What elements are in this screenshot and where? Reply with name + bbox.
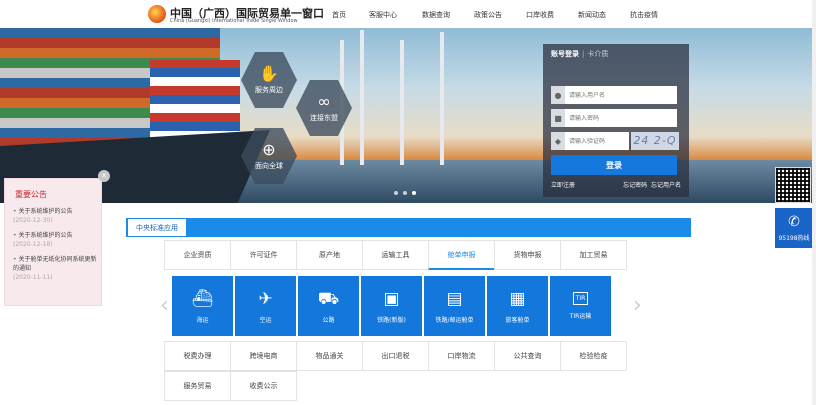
password-input[interactable] xyxy=(565,114,635,122)
manifest-tiles: ⛴ 海运 ✈ 空运 ⛟ 公路 ▣ 铁路(新版) ▤ 铁路/邮运舱单 ▦ 旅客舱单… xyxy=(172,276,611,336)
tab-processing-trade[interactable]: 加工贸易 xyxy=(560,240,627,270)
tab-service-trade[interactable]: 服务贸易 xyxy=(164,371,231,401)
tab-enterprise-qualification[interactable]: 企业资质 xyxy=(164,240,231,270)
tile-sea[interactable]: ⛴ 海运 xyxy=(172,276,233,336)
nav-service-center[interactable]: 客服中心 xyxy=(369,10,422,20)
passenger-manifest-icon: ▦ xyxy=(509,288,526,309)
username-field: ● xyxy=(551,86,677,104)
main-nav: 首页 客服中心 数据查询 政策公告 口岸收费 新闻动态 抗击疫情 xyxy=(332,10,658,20)
tile-passenger-manifest[interactable]: ▦ 旅客舱单 xyxy=(487,276,548,336)
rail-cargo-icon: ▤ xyxy=(446,288,463,309)
lock-icon: ■ xyxy=(551,109,565,127)
tile-air[interactable]: ✈ 空运 xyxy=(235,276,296,336)
nav-port-fees[interactable]: 口岸收费 xyxy=(526,10,578,20)
register-link[interactable]: 立即注册 xyxy=(551,180,575,189)
scrollbar[interactable] xyxy=(812,0,816,405)
notice-title: 重要公告 xyxy=(15,190,47,199)
hotline-number: 95198热线 xyxy=(778,234,810,242)
user-icon: ● xyxy=(551,86,565,104)
tab-cross-border-ecommerce[interactable]: 跨境电商 xyxy=(230,341,297,371)
tab-tax[interactable]: 税费办理 xyxy=(164,341,231,371)
notice-panel: 重要公告 • 关于系统维护的公告 (2020-12-30) • 关于系统维护的公… xyxy=(4,178,102,306)
tab-goods-clearance[interactable]: 物品通关 xyxy=(296,341,363,371)
tab-license[interactable]: 许可证件 xyxy=(230,240,297,270)
tab-goods-declaration[interactable]: 货物申报 xyxy=(494,240,561,270)
logo-icon[interactable] xyxy=(148,5,166,23)
captcha-input[interactable] xyxy=(565,137,625,145)
page: 中国（广西）国际贸易单一窗口 China (Guangxi) Internati… xyxy=(0,0,816,405)
phone-icon: ✆ xyxy=(788,213,800,230)
forgot-password-link[interactable]: 忘记密码 xyxy=(623,182,647,189)
truck-icon: ⛟ xyxy=(317,288,340,309)
nav-policy[interactable]: 政策公告 xyxy=(474,10,526,20)
captcha-image[interactable]: 24 2-Q xyxy=(631,132,679,150)
tile-rail-new[interactable]: ▣ 铁路(新版) xyxy=(361,276,422,336)
close-icon[interactable]: ✕ xyxy=(98,170,110,182)
tab-public-query[interactable]: 公共查询 xyxy=(494,341,561,371)
tab-fee-disclosure[interactable]: 收费公示 xyxy=(230,371,297,401)
tab-export-rebate[interactable]: 出口退税 xyxy=(362,341,429,371)
login-button[interactable]: 登录 xyxy=(551,155,677,175)
tab-origin[interactable]: 原产地 xyxy=(296,240,363,270)
chevron-right-icon[interactable]: › xyxy=(633,293,642,318)
tab-transport[interactable]: 运输工具 xyxy=(362,240,429,270)
category-tabs-row2: 税费办理 跨境电商 物品通关 出口退税 口岸物流 公共查询 检验检疫 xyxy=(164,341,627,371)
carousel-dot[interactable] xyxy=(403,191,407,195)
login-tabs: 账号登录 | 卡介质 xyxy=(551,50,609,58)
notice-item[interactable]: • 关于系统维护的公告 (2020-12-18) xyxy=(13,231,101,249)
site-subtitle: China (Guangxi) International Trade Sing… xyxy=(170,18,298,24)
container-stack xyxy=(150,60,240,140)
globe-icon: ⊕ xyxy=(262,139,276,159)
hotline-button[interactable]: ✆ 95198热线 xyxy=(775,208,813,248)
carousel-dot[interactable] xyxy=(394,191,398,195)
login-panel: 账号登录|卡介质 ● ■ ◆ 24 2-Q 登录 立即注册 忘记密码 忘记用户名 xyxy=(543,44,689,197)
nav-news[interactable]: 新闻动态 xyxy=(578,10,630,20)
tab-account-login[interactable]: 账号登录 xyxy=(551,50,579,58)
nav-epidemic[interactable]: 抗击疫情 xyxy=(630,10,658,20)
central-apps-title: 中央标准应用 xyxy=(128,219,186,236)
notice-list: • 关于系统维护的公告 (2020-12-30) • 关于系统维护的公告 (20… xyxy=(13,207,101,288)
login-links: 立即注册 忘记密码 忘记用户名 xyxy=(551,180,681,189)
link-icon: ∞ xyxy=(317,91,331,111)
notice-item[interactable]: • 关于舱单无纸化协同系统更新的通知 (2020-11-11) xyxy=(13,255,101,282)
tile-tir[interactable]: TIR TIR运输 xyxy=(550,276,611,336)
tile-road[interactable]: ⛟ 公路 xyxy=(298,276,359,336)
tir-icon: TIR xyxy=(572,292,589,305)
carousel-dot-active[interactable] xyxy=(412,191,416,195)
nav-data-query[interactable]: 数据查询 xyxy=(422,10,474,20)
captcha-field: ◆ xyxy=(551,132,629,150)
ship-icon: ⛴ xyxy=(191,288,214,309)
qr-code xyxy=(775,167,811,203)
tile-rail-mail[interactable]: ▤ 铁路/邮运舱单 xyxy=(424,276,485,336)
train-icon: ▣ xyxy=(383,288,400,309)
plane-icon: ✈ xyxy=(258,288,273,309)
tab-manifest[interactable]: 舱单申报 xyxy=(428,240,495,270)
password-field: ■ xyxy=(551,109,677,127)
shield-icon: ◆ xyxy=(551,132,565,150)
crane xyxy=(440,32,444,165)
carousel-dots xyxy=(394,191,416,195)
category-tabs-row1: 企业资质 许可证件 原产地 运输工具 舱单申报 货物申报 加工贸易 xyxy=(164,240,627,270)
tab-inspection[interactable]: 检验检疫 xyxy=(560,341,627,371)
crane xyxy=(360,30,364,165)
username-input[interactable] xyxy=(565,91,635,99)
chevron-left-icon[interactable]: ‹ xyxy=(160,293,169,318)
notice-item[interactable]: • 关于系统维护的公告 (2020-12-30) xyxy=(13,207,101,225)
forgot-username-link[interactable]: 忘记用户名 xyxy=(651,182,681,189)
tab-port-logistics[interactable]: 口岸物流 xyxy=(428,341,495,371)
tab-card-login[interactable]: 卡介质 xyxy=(587,50,608,58)
category-tabs-row3: 服务贸易 收费公示 xyxy=(164,371,297,401)
nav-home[interactable]: 首页 xyxy=(332,10,369,20)
central-apps-header xyxy=(126,218,691,237)
handshake-icon: ✋ xyxy=(259,63,279,83)
crane xyxy=(400,40,404,165)
